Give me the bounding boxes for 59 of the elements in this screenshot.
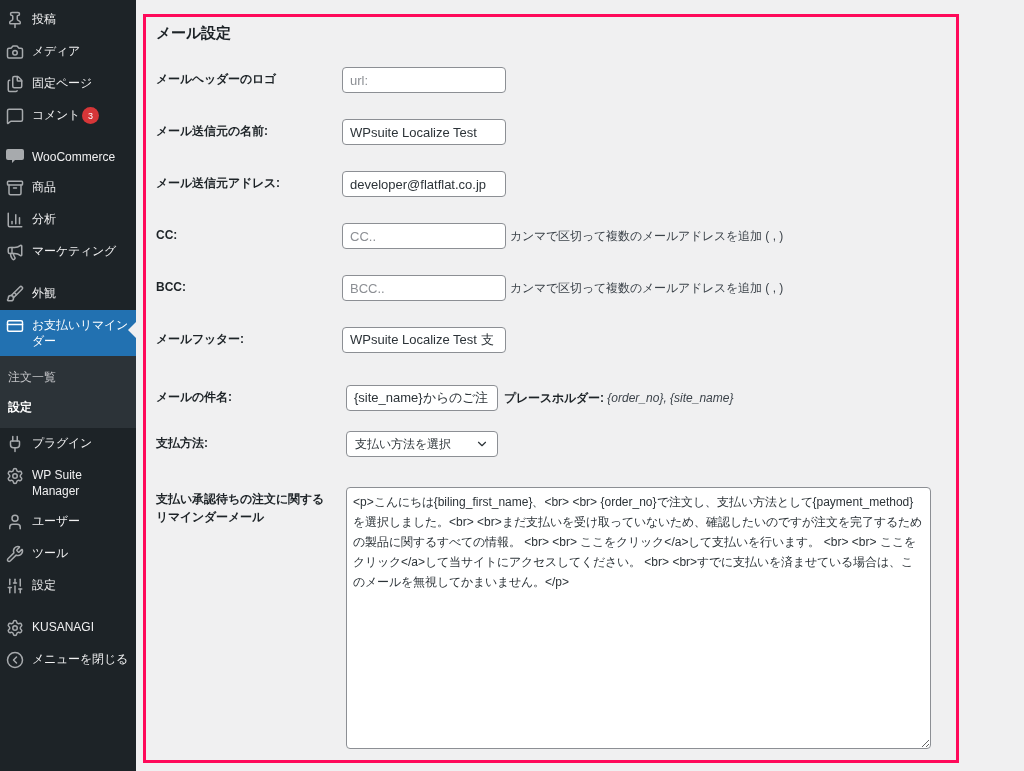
field-label: BCC: — [156, 279, 187, 296]
field-label: メール送信元の名前: — [156, 123, 269, 140]
sidebar-item[interactable]: 設定 — [0, 570, 136, 602]
count-badge: 3 — [82, 107, 99, 124]
sidebar-item[interactable]: 分析 — [0, 204, 136, 236]
sidebar-item[interactable]: 商品 — [0, 172, 136, 204]
section-title: メール設定 — [156, 23, 232, 43]
select-dropdown[interactable]: 支払い方法を選択 — [346, 431, 498, 457]
field-label: メールの件名: — [156, 389, 233, 406]
bar-chart-icon — [6, 211, 24, 229]
sidebar-item[interactable]: ツール — [0, 538, 136, 570]
placeholder-note: プレースホルダー: {order_no}, {site_name} — [504, 390, 734, 407]
field-hint: カンマで区切って複数のメールアドレスを追加 ( , ) — [510, 280, 784, 297]
submenu-item[interactable]: 設定 — [0, 392, 136, 422]
field-label: メールフッター: — [156, 331, 245, 348]
current-pointer-icon — [128, 322, 136, 338]
box-icon — [6, 179, 24, 197]
settings-icon — [6, 619, 24, 637]
sidebar-item[interactable]: コメント 3 — [0, 100, 136, 132]
brush-icon — [6, 285, 24, 303]
sidebar-item[interactable]: 固定ページ — [0, 68, 136, 100]
settings-icon — [6, 467, 24, 485]
text-field[interactable]: BCC.. — [342, 275, 506, 301]
field-hint: カンマで区切って複数のメールアドレスを追加 ( , ) — [510, 228, 784, 245]
sidebar-item[interactable]: メニューを閉じる — [0, 644, 136, 676]
sidebar-item[interactable]: プラグイン — [0, 428, 136, 460]
text-field[interactable]: url: — [342, 67, 506, 93]
pages-icon — [6, 75, 24, 93]
sidebar-item[interactable]: 外観 — [0, 278, 136, 310]
textarea-field[interactable]: <p>こんにちは{biling_first_name}、<br> <br> {order_no}で注文し、支払い方法として{payment_method}を選択しました。<br> <br>まだ支払いを受け取っていないため、確認したいのですが注文を完了するための製品に関するすべての情報。 <br> <br> ここをクリック</a>して支払いを行います。 <br> <br> ここをクリック</a>して当サイトにアクセスしてください。 <br> <br>すでに支払いを済ませている場合は、このメールを無視してかまいません。</p> — [346, 487, 931, 749]
sidebar-item[interactable]: WP Suite Manager — [0, 460, 136, 506]
pin-icon — [6, 11, 24, 29]
sidebar-item[interactable]: KUSANAGI — [0, 612, 136, 644]
collapse-icon — [6, 651, 24, 669]
sidebar-item[interactable]: お支払いリマインダー — [0, 310, 136, 356]
text-field[interactable]: {site_name}からのご注 — [346, 385, 498, 411]
megaphone-icon — [6, 243, 24, 261]
sidebar-item[interactable]: 投稿 — [0, 4, 136, 36]
user-icon — [6, 513, 24, 531]
sidebar-item[interactable]: ユーザー — [0, 506, 136, 538]
speech-bubble-icon — [6, 107, 24, 125]
submenu-item[interactable]: 注文一覧 — [0, 362, 136, 392]
media-icon — [6, 43, 24, 61]
wrench-icon — [6, 545, 24, 563]
text-field[interactable]: CC.. — [342, 223, 506, 249]
text-field[interactable]: developer@flatflat.co.jp — [342, 171, 506, 197]
sidebar-item[interactable]: マーケティング — [0, 236, 136, 268]
sliders-icon — [6, 577, 24, 595]
sidebar-item[interactable]: WooCommerce — [0, 142, 136, 172]
card-icon — [6, 317, 24, 335]
field-label: 支払い承認待ちの注文に関するリマインダーメール — [156, 491, 325, 526]
text-field[interactable]: WPsuite Localize Test 支 — [342, 327, 506, 353]
field-label: メールヘッダーのロゴ — [156, 71, 277, 88]
field-label: CC: — [156, 227, 179, 244]
field-label: 支払方法: — [156, 435, 209, 452]
speech-bubble-icon — [6, 149, 24, 163]
sidebar-item[interactable]: メディア — [0, 36, 136, 68]
text-field[interactable]: WPsuite Localize Test — [342, 119, 506, 145]
field-label: メール送信元アドレス: — [156, 175, 281, 192]
